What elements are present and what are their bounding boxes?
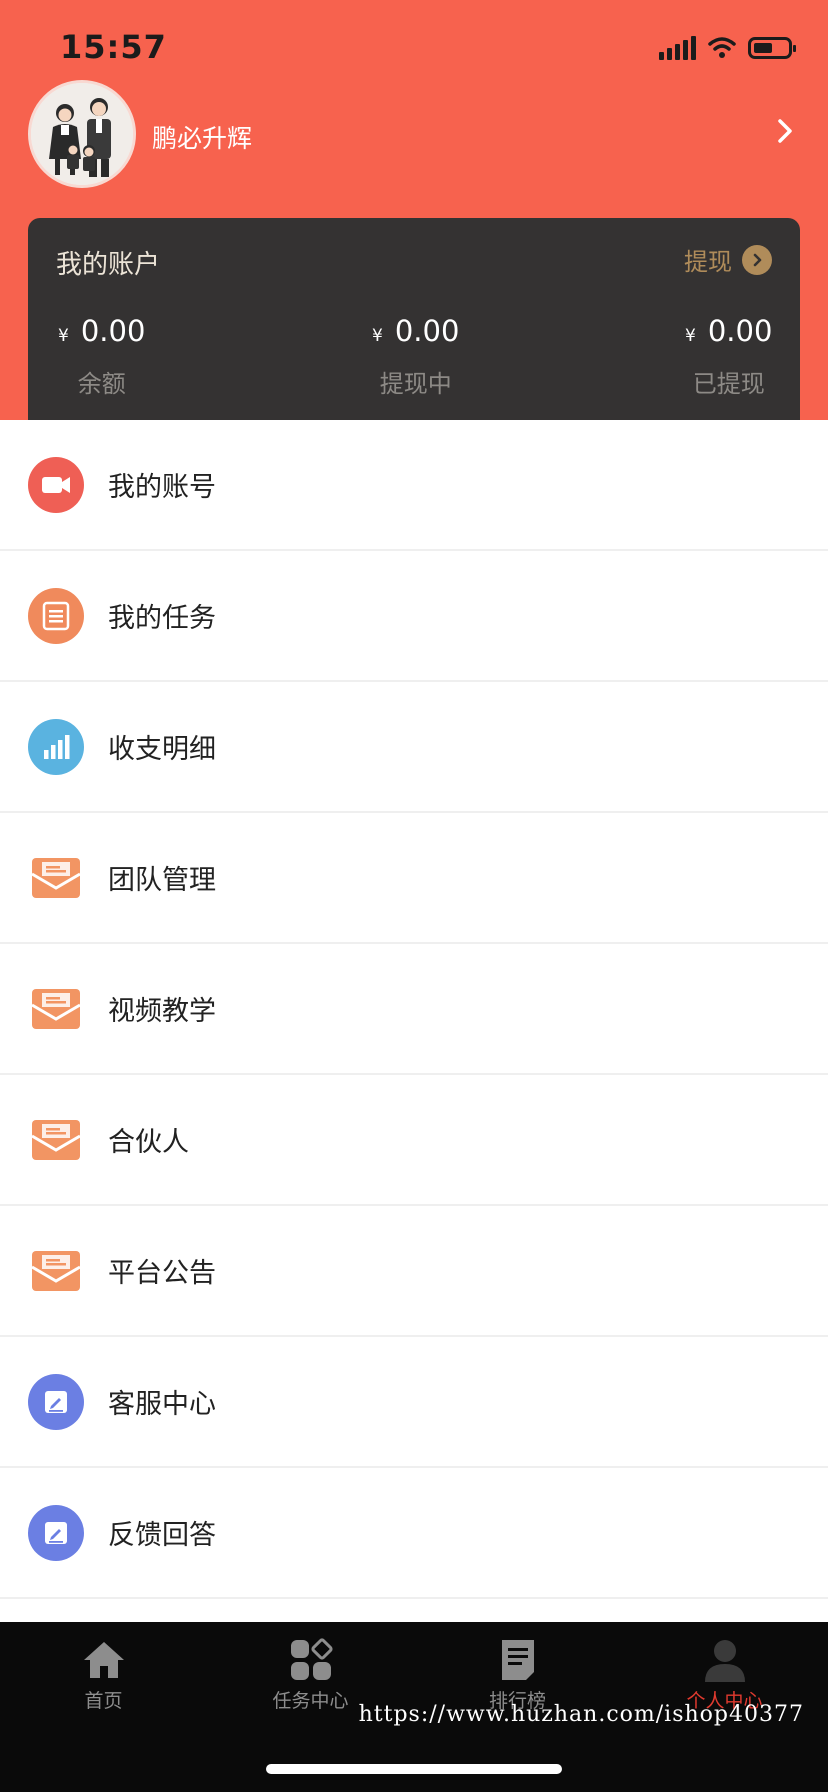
withdrawn-label: 已提现 (692, 370, 765, 398)
currency-symbol: ¥ (372, 326, 383, 346)
home-icon (83, 1642, 124, 1678)
menu-label: 平台公告 (108, 1258, 216, 1289)
battery-icon (748, 37, 796, 59)
bottom-tab-bar: 首页 任务中心 排行榜 个人中心 https://www.huzhan.com/… (0, 1622, 828, 1792)
menu-label: 反馈回答 (108, 1520, 216, 1551)
stat-withdrawing: ¥ 0.00 提现中 (372, 314, 459, 399)
menu-list: 我的账号 我的任务 收支明细 团队管理 视频教学 合伙人 平台公告 客服中心 反… (0, 420, 828, 1599)
withdrawn-value: 0.00 (707, 314, 773, 348)
envelope-icon (28, 1243, 84, 1299)
grid-icon (290, 1638, 333, 1680)
menu-label: 客服中心 (108, 1389, 216, 1420)
chevron-right-icon[interactable] (770, 116, 800, 146)
stat-withdrawn: ¥ 0.00 已提现 (685, 314, 772, 399)
person-icon (704, 1640, 745, 1682)
home-indicator[interactable] (266, 1764, 562, 1774)
document-icon (501, 1640, 534, 1680)
menu-label: 视频教学 (108, 996, 216, 1027)
menu-item-partner[interactable]: 合伙人 (0, 1075, 828, 1206)
watermark-text: https://www.huzhan.com/ishop40377 (358, 1702, 804, 1727)
menu-label: 合伙人 (108, 1127, 189, 1158)
status-icons (659, 36, 796, 60)
balance-value: 0.00 (80, 314, 146, 348)
tab-home[interactable]: 首页 (0, 1636, 207, 1713)
menu-label: 我的账号 (108, 472, 216, 503)
video-camera-icon (28, 456, 84, 513)
bar-chart-icon (28, 718, 84, 775)
signal-icon (659, 36, 696, 60)
menu-item-my-tasks[interactable]: 我的任务 (0, 551, 828, 682)
avatar[interactable] (28, 80, 136, 188)
profile-header: 15:57 鹏必升辉 我的账户 提现 ¥ 0.00 余额 ¥ 0.00 提现中 … (0, 0, 828, 420)
menu-item-customer-service[interactable]: 客服中心 (0, 1337, 828, 1468)
stat-balance: ¥ 0.00 余额 (58, 314, 145, 399)
menu-label: 团队管理 (108, 865, 216, 896)
currency-symbol: ¥ (685, 326, 696, 346)
balance-label: 余额 (77, 370, 126, 398)
username[interactable]: 鹏必升辉 (152, 119, 252, 155)
account-title: 我的账户 (56, 250, 161, 280)
chevron-right-circle-icon (742, 244, 772, 275)
family-avatar-icon (31, 83, 133, 185)
currency-symbol: ¥ (58, 326, 69, 346)
menu-item-video-tutorial[interactable]: 视频教学 (0, 944, 828, 1075)
withdrawing-value: 0.00 (394, 314, 460, 348)
envelope-icon (28, 850, 84, 906)
menu-label: 收支明细 (108, 734, 216, 765)
edit-icon (28, 1504, 84, 1561)
account-card: 我的账户 提现 ¥ 0.00 余额 ¥ 0.00 提现中 ¥ 0.00 已提现 (28, 218, 800, 420)
task-list-icon (28, 587, 84, 644)
status-time: 15:57 (60, 28, 167, 66)
edit-icon (28, 1373, 84, 1430)
menu-item-my-account[interactable]: 我的账号 (0, 420, 828, 551)
wifi-icon (708, 37, 736, 58)
envelope-icon (28, 981, 84, 1037)
menu-item-feedback[interactable]: 反馈回答 (0, 1468, 828, 1599)
envelope-icon (28, 1112, 84, 1168)
menu-item-announcements[interactable]: 平台公告 (0, 1206, 828, 1337)
withdraw-label: 提现 (684, 248, 732, 276)
menu-label: 我的任务 (108, 603, 216, 634)
tab-label: 首页 (84, 1690, 123, 1712)
withdrawing-label: 提现中 (379, 370, 452, 398)
menu-item-income-details[interactable]: 收支明细 (0, 682, 828, 813)
withdraw-button[interactable]: 提现 (684, 242, 772, 277)
menu-item-team-management[interactable]: 团队管理 (0, 813, 828, 944)
